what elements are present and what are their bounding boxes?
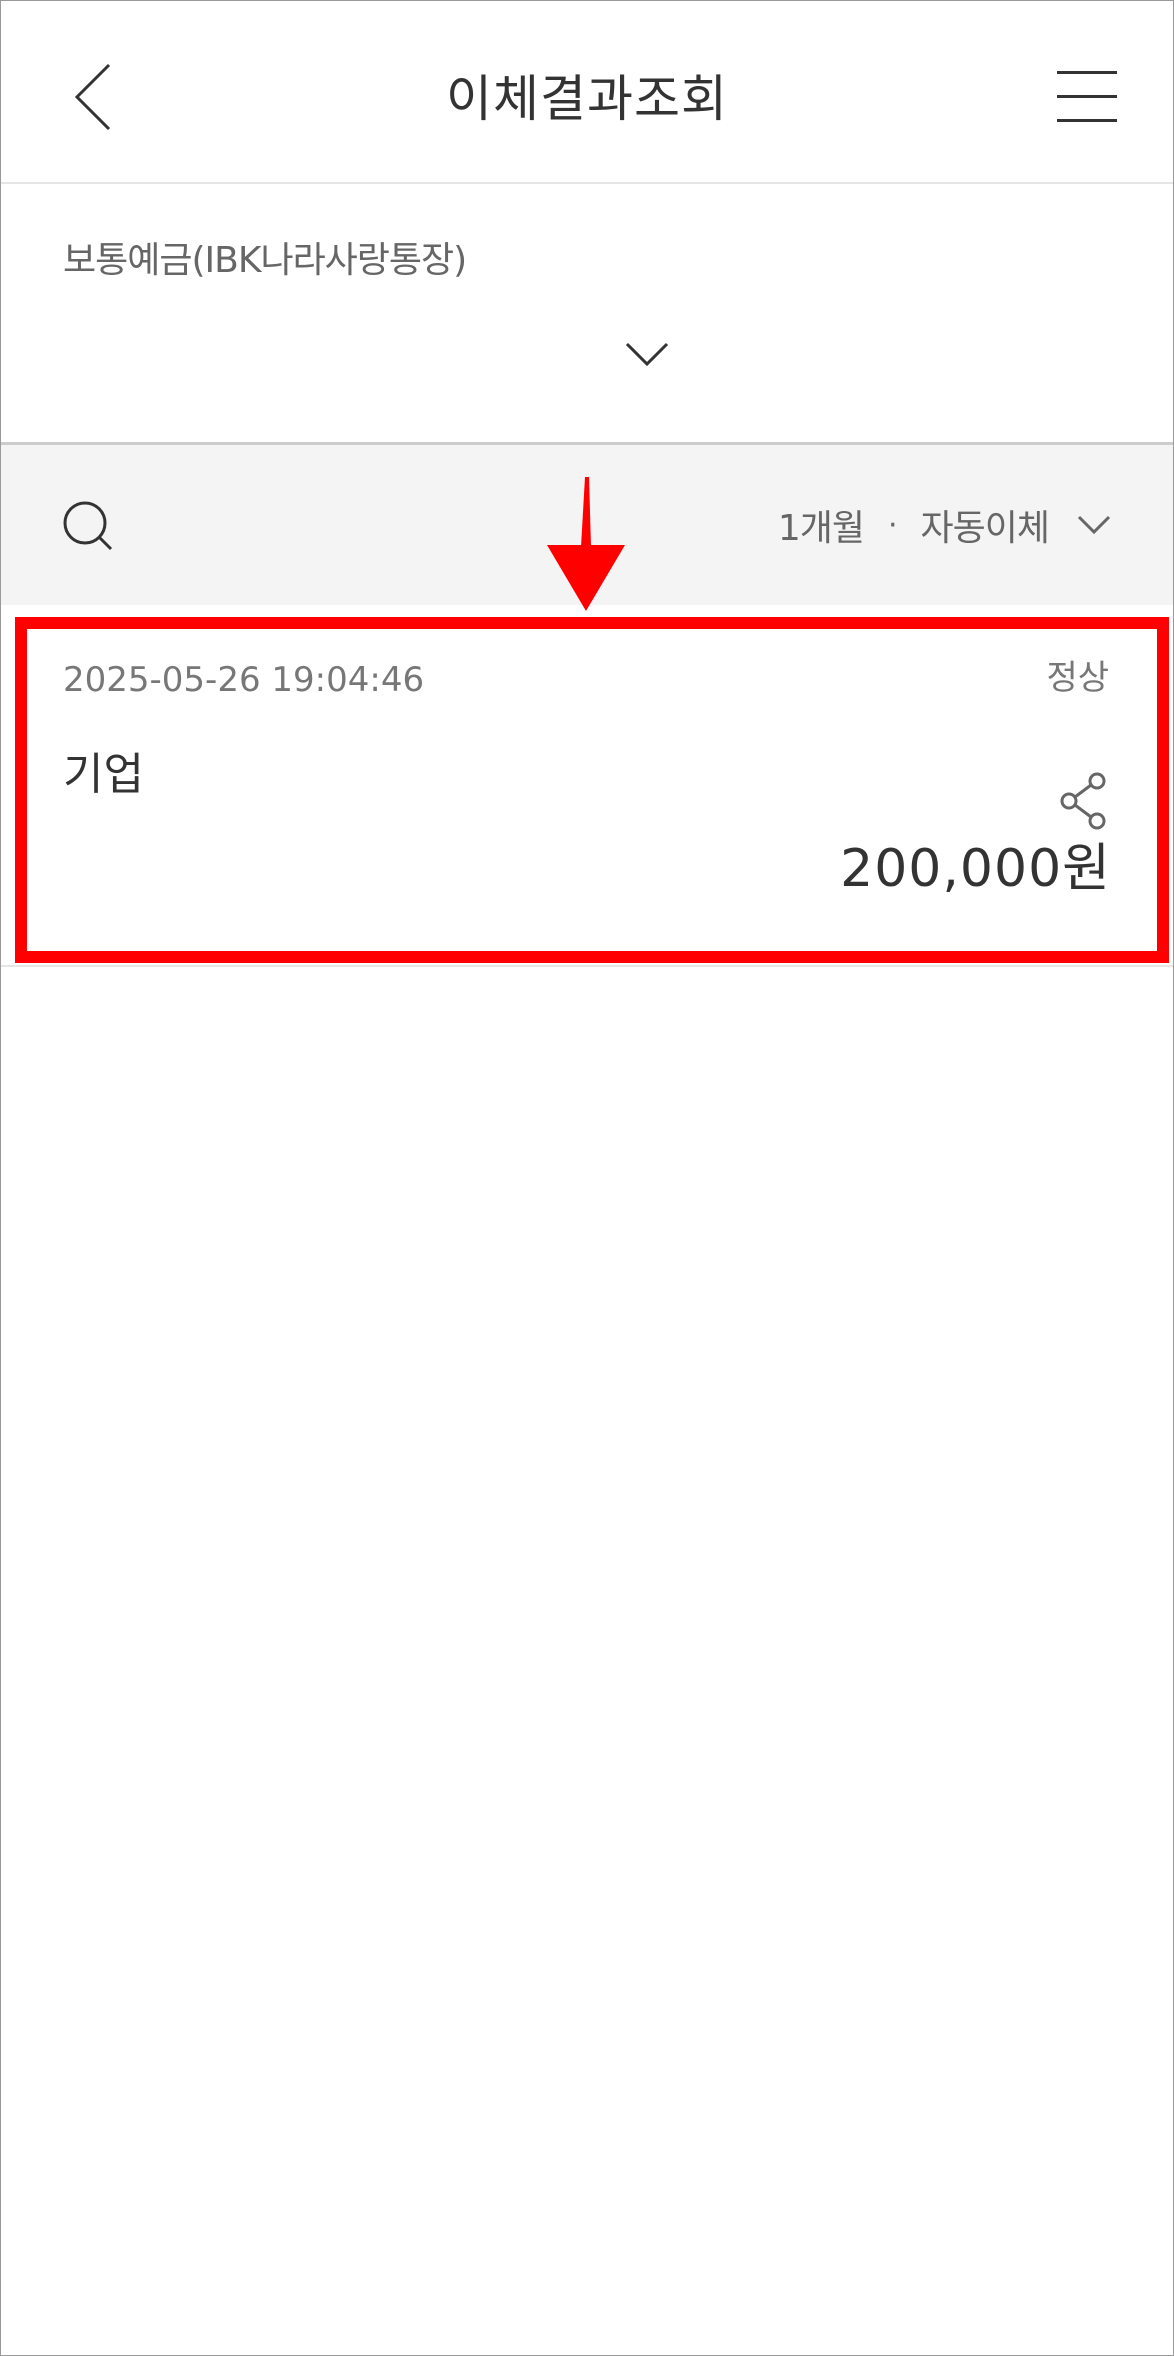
transaction-amount: 200,000원: [840, 839, 1111, 899]
hamburger-menu-icon: [1057, 95, 1117, 98]
account-selector[interactable]: 보통예금(IBK나라사랑통장): [1, 184, 1173, 445]
filter-type: 자동이체: [920, 508, 1050, 549]
share-icon: [1060, 772, 1106, 830]
search-icon: [63, 501, 113, 551]
filter-separator: ·: [887, 507, 897, 543]
page-title: 이체결과조회: [446, 70, 728, 128]
account-name: 보통예금(IBK나라사랑통장): [63, 240, 467, 281]
account-expand-button[interactable]: [617, 330, 677, 380]
chevron-down-icon: [625, 342, 669, 367]
menu-button[interactable]: [1049, 67, 1119, 127]
share-button[interactable]: [1055, 769, 1111, 833]
app-header: 이체결과조회: [1, 1, 1173, 184]
filter-bar: 1개월 · 자동이체: [1, 445, 1173, 605]
chevron-down-icon: [1077, 515, 1111, 535]
transaction-status: 정상: [1046, 658, 1109, 698]
transaction-bank: 기업: [63, 749, 144, 800]
transfer-result-screen: 이체결과조회 보통예금(IBK나라사랑통장) 1개월 · 자동이체 2025-0…: [0, 0, 1174, 2356]
hamburger-menu-icon: [1057, 71, 1117, 74]
transaction-datetime: 2025-05-26 19:04:46: [63, 660, 425, 700]
hamburger-menu-icon: [1057, 119, 1117, 122]
filter-period: 1개월: [777, 508, 865, 549]
search-button[interactable]: [59, 497, 119, 557]
transaction-item[interactable]: 2025-05-26 19:04:46 정상 기업 200,000원: [1, 605, 1173, 967]
filter-dropdown[interactable]: 1개월 · 자동이체: [778, 493, 1113, 557]
